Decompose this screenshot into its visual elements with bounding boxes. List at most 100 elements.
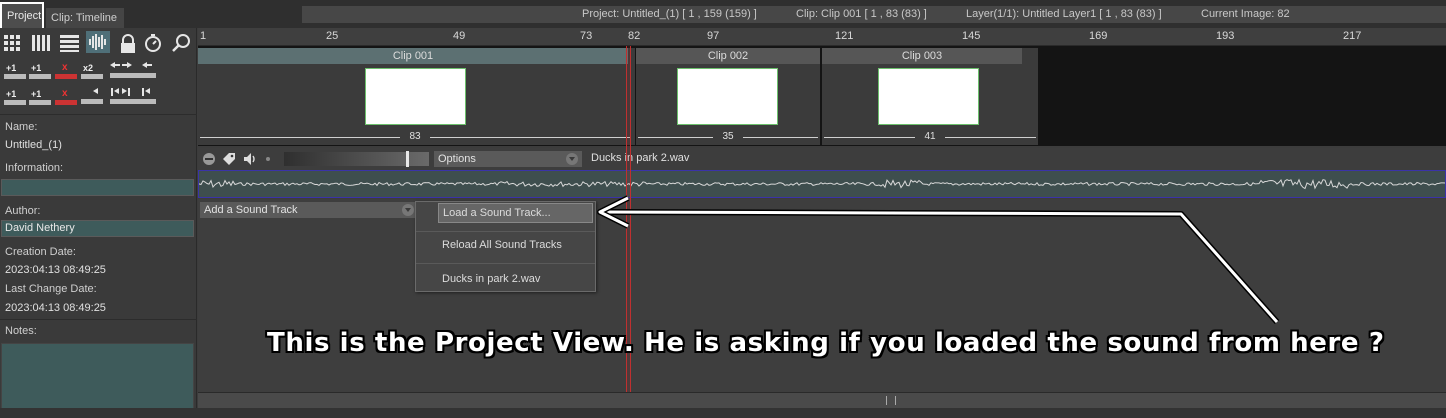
tag-icon[interactable] xyxy=(221,151,237,167)
clip-001[interactable]: Clip 001 83 xyxy=(198,48,635,145)
label: +1 xyxy=(31,89,42,99)
label: x2 xyxy=(83,63,94,73)
toolbar-row-edit: +1 +1 x xyxy=(0,86,197,114)
clip-thumbnail[interactable] xyxy=(365,68,466,125)
lock-icon[interactable] xyxy=(117,34,139,54)
status-bar: Project: Untitled_(1) [ 1 , 159 (159) ] … xyxy=(302,6,1446,23)
menu-divider xyxy=(416,231,595,232)
insert-before-icon[interactable]: +1 xyxy=(4,89,26,107)
add-sound-track-dropdown[interactable]: Add a Sound Track xyxy=(200,202,418,218)
clip-thumbnail[interactable] xyxy=(677,68,778,125)
insert-after-icon[interactable]: +1 xyxy=(29,89,51,107)
ruler-label: 73 xyxy=(580,30,593,42)
clip-length-line xyxy=(638,137,713,138)
tab-project[interactable]: Project xyxy=(0,2,44,28)
author-label: Author: xyxy=(5,205,41,217)
sound-waveform[interactable] xyxy=(198,170,1446,198)
label: +1 xyxy=(6,63,17,73)
clip-title: Clip 003 xyxy=(822,48,1022,64)
duplicate-frame-icon[interactable]: x2 xyxy=(81,63,103,81)
toolbar-row-insert: +1 +1 x x2 xyxy=(0,60,197,88)
creation-date-label: Creation Date: xyxy=(5,246,76,258)
label: x xyxy=(62,62,68,73)
move-frame-icon[interactable] xyxy=(81,87,103,107)
status-clip: Clip: Clip 001 [ 1 , 83 (83) ] xyxy=(796,8,927,20)
last-change-date-value: 2023:04:13 08:49:25 xyxy=(5,302,106,314)
clip-strip: Clip 001 83 Clip 002 35 Clip 003 41 xyxy=(198,46,1446,146)
footer-bar xyxy=(0,408,1446,418)
stopwatch-icon[interactable] xyxy=(142,33,164,53)
tab-clip-timeline[interactable]: Clip: Timeline xyxy=(46,8,124,28)
clip-length: 41 xyxy=(924,131,936,142)
add-frame-before-icon[interactable]: +1 xyxy=(4,63,26,81)
sound-track-controls: Options Ducks in park 2.wav xyxy=(198,148,1446,170)
last-change-date-label: Last Change Date: xyxy=(5,283,97,295)
ruler-label: 145 xyxy=(962,30,981,42)
sound-filename: Ducks in park 2.wav xyxy=(591,152,690,164)
frame-ruler[interactable]: 1 25 49 73 82 97 121 145 169 193 217 xyxy=(198,28,1446,46)
waveform-graphic xyxy=(199,178,1445,190)
divider xyxy=(0,114,197,115)
search-icon[interactable] xyxy=(171,33,193,53)
remove-icon[interactable]: x xyxy=(55,88,77,107)
ruler-label: 217 xyxy=(1343,30,1362,42)
options-label: Options xyxy=(438,153,476,165)
annotation-text: This is the Project View. He is asking i… xyxy=(267,328,1385,358)
clip-thumbnail[interactable] xyxy=(878,68,979,125)
ruler-label: 97 xyxy=(707,30,720,42)
label: +1 xyxy=(31,63,42,73)
add-sound-track-menu: Load a Sound Track... Reload All Sound T… xyxy=(415,201,596,292)
name-label: Name: xyxy=(5,121,38,133)
column-view-icon[interactable] xyxy=(31,33,53,53)
ruler-label: 169 xyxy=(1089,30,1108,42)
clip-length: 35 xyxy=(722,131,734,142)
information-label: Information: xyxy=(5,162,64,174)
menu-item-load-sound-track[interactable]: Load a Sound Track... xyxy=(438,203,593,223)
clip-length-line xyxy=(430,137,630,138)
information-field[interactable] xyxy=(1,179,194,196)
ruler-label: 25 xyxy=(326,30,339,42)
label: +1 xyxy=(6,89,17,99)
creation-date-value: 2023:04:13 08:49:25 xyxy=(5,264,106,276)
speaker-icon[interactable] xyxy=(242,151,258,167)
horizontal-scrollbar[interactable] xyxy=(198,392,1446,408)
list-view-icon[interactable] xyxy=(59,33,81,53)
status-current-image: Current Image: 82 xyxy=(1201,8,1290,20)
delete-frame-icon[interactable]: x xyxy=(55,62,77,81)
tab-bar: Project Clip: Timeline Project: Untitled… xyxy=(0,0,1446,28)
grid-view-icon[interactable] xyxy=(3,33,25,53)
clip-002[interactable]: Clip 002 35 xyxy=(636,48,820,145)
author-field[interactable]: David Nethery xyxy=(1,220,194,237)
notes-field[interactable] xyxy=(1,343,194,409)
chevron-down-icon xyxy=(402,204,414,216)
move-arrows-icon[interactable] xyxy=(108,87,158,107)
scrollbar-grip[interactable] xyxy=(886,396,896,405)
clip-title: Clip 001 xyxy=(198,48,628,64)
menu-item-sound-file[interactable]: Ducks in park 2.wav xyxy=(416,268,595,290)
clip-003[interactable]: Clip 003 41 xyxy=(822,48,1038,145)
project-info-panel: +1 +1 x x2 +1 +1 x Name: Untitled_(1) In… xyxy=(0,28,197,418)
ruler-label-current: 82 xyxy=(628,30,641,42)
status-project: Project: Untitled_(1) [ 1 , 159 (159) ] xyxy=(582,8,757,20)
notes-label: Notes: xyxy=(5,325,37,337)
add-frame-after-icon[interactable]: +1 xyxy=(29,63,51,81)
add-sound-track-label: Add a Sound Track xyxy=(204,204,298,216)
ruler-label: 49 xyxy=(453,30,466,42)
shift-arrows-icon[interactable] xyxy=(108,61,158,81)
volume-slider[interactable] xyxy=(284,151,429,167)
waveform-view-icon[interactable] xyxy=(86,31,110,53)
remove-track-icon[interactable] xyxy=(202,152,216,166)
name-value[interactable]: Untitled_(1) xyxy=(5,139,62,151)
chevron-down-icon xyxy=(566,153,578,165)
ruler-label: 1 xyxy=(200,30,207,42)
volume-slider-handle[interactable] xyxy=(406,151,409,167)
options-dropdown[interactable]: Options xyxy=(434,151,582,167)
status-layer: Layer(1/1): Untitled Layer1 [ 1 , 83 (83… xyxy=(966,8,1162,20)
divider xyxy=(0,319,197,320)
clip-length: 83 xyxy=(409,131,421,142)
menu-item-reload-all[interactable]: Reload All Sound Tracks xyxy=(416,234,595,256)
toolbar-row-views xyxy=(0,30,197,58)
sound-track-area: Add a Sound Track xyxy=(198,199,1446,392)
clip-length-line xyxy=(945,137,1036,138)
label: x xyxy=(62,88,68,99)
